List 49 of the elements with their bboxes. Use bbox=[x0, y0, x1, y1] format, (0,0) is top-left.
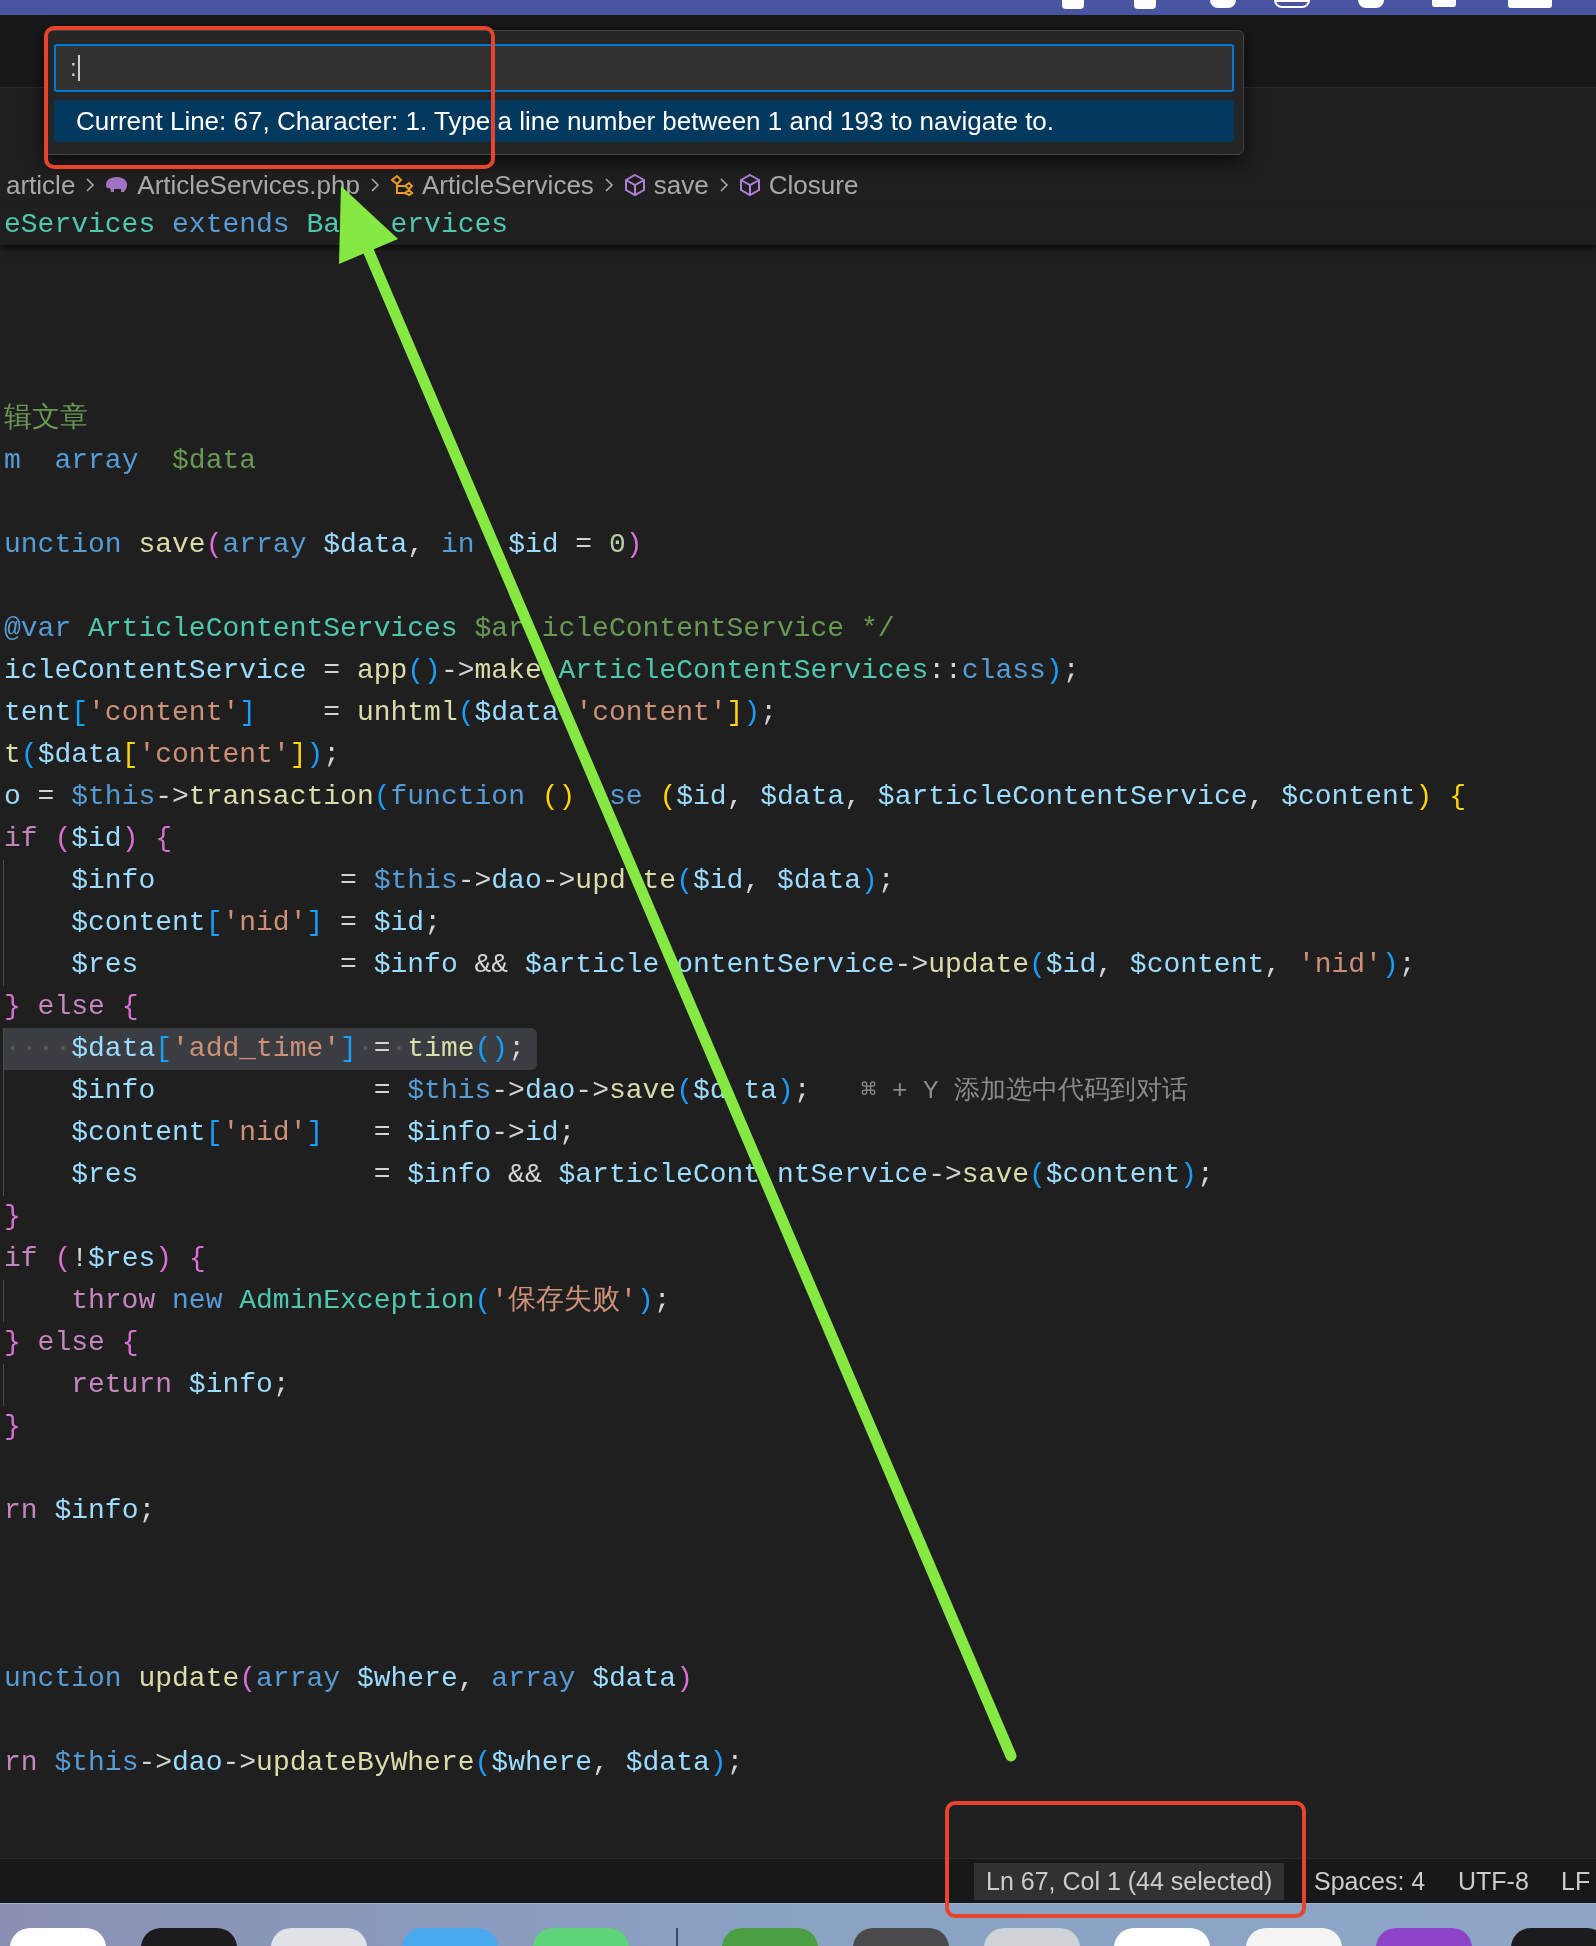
code-line: unction save(array $data, in $id = 0) bbox=[3, 528, 643, 562]
code-line: o = $this->transaction(function () se ($id, $data, $articleContentService, $content) { bbox=[3, 780, 1466, 814]
cube-icon bbox=[738, 173, 761, 197]
status-item[interactable]: Ln 67, Col 1 (44 selected) bbox=[974, 1862, 1285, 1900]
status-icon[interactable] bbox=[1358, 0, 1384, 8]
breadcrumb-item[interactable]: article bbox=[6, 165, 76, 205]
code-line: } else { bbox=[3, 990, 139, 1024]
code-line: } bbox=[3, 1410, 21, 1444]
chevron-icon bbox=[718, 177, 729, 193]
go-to-line-input[interactable]: : bbox=[54, 44, 1234, 92]
elephant-icon bbox=[105, 176, 130, 194]
code-line: unction update(array $where, array $data) bbox=[3, 1662, 693, 1696]
code-line: m array $data bbox=[3, 444, 257, 478]
palette-hint[interactable]: Current Line: 67, Character: 1. Type a line number between 1 and 193 to navigate to. bbox=[54, 100, 1234, 142]
code-line: } else { bbox=[3, 1326, 139, 1360]
code-line: icleContentService = app()->make ArticleContentServices::class); bbox=[3, 654, 1080, 688]
code-line: throw new AdminException('保存失败'); bbox=[3, 1280, 671, 1322]
status-icon[interactable] bbox=[1134, 0, 1156, 9]
code-line: rn $this->dao->updateByWhere($where, $data); bbox=[3, 1746, 744, 1780]
status-item[interactable]: UTF-8 bbox=[1458, 1862, 1529, 1900]
code-line: return $info; bbox=[3, 1364, 290, 1406]
inline-hint: ⌘ + Y 添加选中代码到对话 bbox=[860, 1075, 1189, 1108]
status-item[interactable]: Spaces: 4 bbox=[1314, 1862, 1426, 1900]
cube-icon bbox=[623, 173, 646, 197]
status-icon[interactable] bbox=[1210, 0, 1236, 8]
breadcrumb-item[interactable]: ArticleServices bbox=[389, 165, 594, 205]
chevron-icon bbox=[603, 177, 614, 193]
code-line: $content['nid'] = $info->id; bbox=[3, 1112, 576, 1154]
code-line: } bbox=[3, 1200, 21, 1234]
code-line: t($data['content']); bbox=[3, 738, 341, 772]
code-line: if ($id) { bbox=[3, 822, 173, 856]
chevron-icon bbox=[85, 177, 96, 193]
breadcrumb-item[interactable]: save bbox=[623, 165, 709, 205]
status-item[interactable]: LF bbox=[1561, 1862, 1591, 1900]
code-line: 辑文章 bbox=[3, 401, 88, 436]
breadcrumb-item[interactable]: Closure bbox=[738, 165, 859, 205]
code-line: rn $info; bbox=[3, 1494, 156, 1528]
status-icon[interactable] bbox=[1062, 0, 1084, 9]
status-icon[interactable] bbox=[1274, 0, 1310, 8]
code-line: $res = $info && $articleCont ntService->save($content); bbox=[3, 1154, 1214, 1196]
code-line: $content['nid'] = $id; bbox=[3, 902, 441, 944]
code-line: $res = $info && $article ontentService->update($id, $content, 'nid'); bbox=[3, 944, 1416, 986]
code-line: @var ArticleContentServices $ar icleContentService */ bbox=[3, 612, 895, 646]
chevron-icon bbox=[369, 177, 380, 193]
code-line: $info = $this->dao->upd te($id, $data); bbox=[3, 860, 895, 902]
class-icon bbox=[389, 174, 414, 196]
code-line: if (!$res) { bbox=[3, 1242, 206, 1276]
code-line: tent['content'] = unhtml($data 'content']); bbox=[3, 696, 778, 730]
breadcrumb-item[interactable]: ArticleServices.php bbox=[105, 165, 360, 205]
